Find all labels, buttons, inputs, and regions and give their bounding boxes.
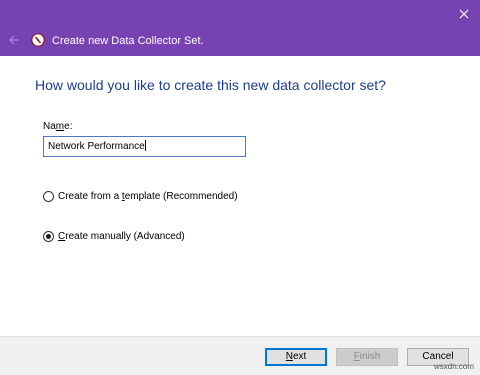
create-manually-option[interactable]: Create manually (Advanced) [43,229,185,243]
page-heading: How would you like to create this new da… [35,77,386,93]
create-from-template-option[interactable]: Create from a template (Recommended) [43,189,238,203]
radio-label[interactable]: Create from a template (Recommended) [58,190,238,203]
button-label: inish [359,351,381,362]
access-key: N [285,351,293,362]
button-bar: Next Finish Cancel [0,336,480,375]
back-arrow-icon [9,35,19,45]
close-icon [459,9,469,19]
back-button[interactable] [7,33,21,47]
radio-button-unselected[interactable] [43,190,54,202]
close-button[interactable] [454,4,474,24]
name-label: Name: [43,120,72,133]
next-button[interactable]: Next [265,348,327,366]
window-title: Create new Data Collector Set. [52,35,204,47]
label-text-after: e: [64,121,73,132]
label-text-after: emplate (Recommended) [124,190,238,202]
title-bar: Create new Data Collector Set. [0,0,480,56]
label-text-after: reate manually (Advanced) [65,230,185,242]
name-input-value: Network Performance [48,141,145,152]
access-key: m [55,121,65,132]
text-caret [144,140,146,151]
finish-button[interactable]: Finish [336,348,398,366]
radio-selected-dot [46,233,51,239]
button-label: Cancel [422,351,454,362]
label-text-before: Na [43,121,56,132]
label-text-before: Create from a [58,190,122,202]
data-collector-app-icon [31,33,45,47]
name-input[interactable]: Network Performance [43,136,246,157]
radio-button-selected[interactable] [43,230,54,242]
button-label: ext [292,351,307,362]
radio-label[interactable]: Create manually (Advanced) [58,230,185,243]
watermark: wsxdn.com [433,362,474,371]
